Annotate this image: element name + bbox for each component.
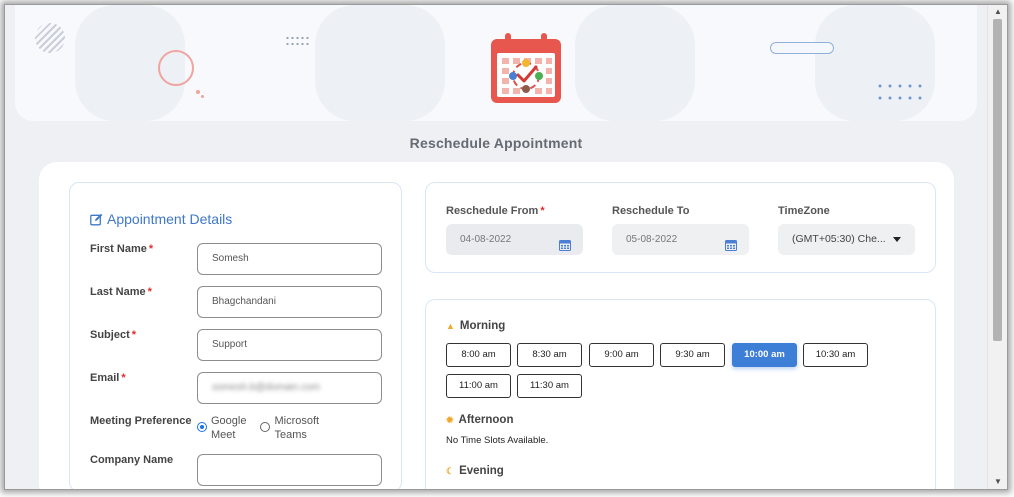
banner-stripe (815, 5, 935, 121)
calendar-icon[interactable] (559, 233, 571, 264)
last-name-label-text: Last Name (90, 286, 146, 298)
microsoft-teams-radio[interactable] (260, 422, 271, 432)
google-meet-label-line1: Google (211, 415, 247, 427)
required-marker: * (147, 286, 152, 298)
page-title: Reschedule Appointment (409, 135, 583, 151)
google-meet-radio[interactable] (197, 422, 207, 432)
required-marker: * (121, 372, 126, 384)
first-name-input[interactable]: Somesh (197, 243, 382, 275)
time-slot-button[interactable]: 11:30 am (517, 374, 582, 398)
microsoft-teams-label-line2: Teams (274, 429, 307, 441)
subject-input[interactable]: Support (197, 329, 382, 361)
microsoft-teams-option[interactable]: Microsoft Teams (260, 414, 319, 442)
email-label-text: Email (90, 372, 120, 384)
reschedule-from-label-text: Reschedule From (446, 205, 539, 217)
microsoft-teams-label-line1: Microsoft (274, 415, 320, 427)
calendar-check-icon (489, 31, 563, 105)
main-panel: Appointment Details First Name * Somesh L… (39, 162, 954, 489)
afternoon-heading: ✹ Afternoon (446, 414, 513, 426)
moon-icon: ☾ (446, 465, 455, 476)
google-meet-label: Google Meet (211, 414, 246, 442)
calendar-icon[interactable] (725, 233, 737, 264)
edit-icon (90, 213, 103, 226)
sunrise-icon: ▲ (446, 321, 455, 331)
last-name-input[interactable]: Bhagchandani (197, 286, 382, 318)
afternoon-label: Afternoon (458, 414, 514, 426)
banner-stripe (315, 5, 445, 121)
reschedule-to-value: 05-08-2022 (626, 234, 678, 245)
meeting-preference-radio-group: Google Meet Microsoft Teams (197, 414, 319, 442)
no-slots-message: No Time Slots Available. (446, 435, 549, 446)
reschedule-from-label: Reschedule From * (446, 205, 545, 217)
email-label: Email * (90, 372, 126, 384)
scroll-down-icon[interactable]: ▼ (988, 476, 1007, 488)
decorative-pill (770, 42, 834, 54)
timezone-value: (GMT+05:30) Che... (792, 233, 886, 245)
email-input[interactable]: somesh.b@domain.com (197, 372, 382, 404)
time-slot-button-selected[interactable]: 10:00 am (732, 343, 797, 367)
decorative-dots (875, 80, 925, 102)
decorative-hatched-circle (35, 23, 65, 53)
meeting-preference-label: Meeting Preference (90, 415, 192, 427)
reschedule-from-value: 04-08-2022 (460, 234, 512, 245)
time-slot-button[interactable]: 8:30 am (517, 343, 582, 367)
details-heading-label: Appointment Details (107, 211, 233, 227)
evening-label: Evening (459, 465, 504, 477)
banner-stripe (575, 5, 695, 121)
reschedule-card: Reschedule From * 04-08-2022 Reschedule T… (425, 182, 936, 273)
morning-heading: ▲ Morning (446, 320, 505, 332)
required-marker: * (131, 329, 137, 341)
appointment-details-card: Appointment Details First Name * Somesh L… (69, 182, 402, 489)
last-name-label: Last Name * (90, 286, 152, 298)
page-viewport: Reschedule Appointment Appointment Detai… (5, 5, 987, 489)
timezone-label: TimeZone (778, 205, 830, 217)
morning-label: Morning (459, 320, 506, 332)
subject-label-text: Subject (90, 329, 130, 341)
header-banner (15, 5, 977, 121)
time-slots-card: ▲ Morning 8:00 am 8:30 am 9:00 am 9:30 a… (425, 299, 936, 489)
scroll-up-icon[interactable]: ▲ (988, 6, 1007, 18)
first-name-label: First Name * (90, 243, 153, 255)
company-name-label: Company Name (90, 454, 174, 466)
required-marker: * (148, 243, 154, 255)
time-slot-button[interactable]: 10:30 am (803, 343, 868, 367)
required-marker: * (540, 205, 545, 217)
time-slot-button[interactable]: 9:00 am (589, 343, 654, 367)
scrollbar-thumb[interactable] (993, 19, 1002, 341)
company-name-input[interactable] (197, 454, 382, 486)
reschedule-to-label: Reschedule To (612, 205, 690, 217)
evening-heading: ☾ Evening (446, 465, 504, 477)
email-value: somesh.b@domain.com (212, 382, 320, 393)
google-meet-option[interactable]: Google Meet (197, 414, 246, 442)
reschedule-to-field[interactable]: 05-08-2022 (612, 224, 749, 255)
decorative-dots (285, 35, 311, 47)
caret-down-icon (893, 237, 901, 242)
details-heading: Appointment Details (90, 211, 232, 227)
sun-icon: ✹ (446, 414, 454, 425)
reschedule-from-field[interactable]: 04-08-2022 (446, 224, 583, 255)
decorative-ring (158, 50, 194, 86)
time-slot-button[interactable]: 8:00 am (446, 343, 511, 367)
google-meet-label-line2: Meet (211, 429, 236, 441)
microsoft-teams-label: Microsoft Teams (274, 414, 319, 442)
decorative-dot (196, 90, 200, 94)
browser-window: Reschedule Appointment Appointment Detai… (4, 4, 1008, 490)
decorative-dot (201, 95, 204, 98)
timezone-select[interactable]: (GMT+05:30) Che... (778, 224, 915, 255)
time-slot-button[interactable]: 11:00 am (446, 374, 511, 398)
subject-label: Subject * (90, 329, 136, 341)
time-slot-button[interactable]: 9:30 am (660, 343, 725, 367)
first-name-label-text: First Name (90, 243, 147, 255)
vertical-scrollbar[interactable]: ▲ ▼ (987, 5, 1007, 489)
